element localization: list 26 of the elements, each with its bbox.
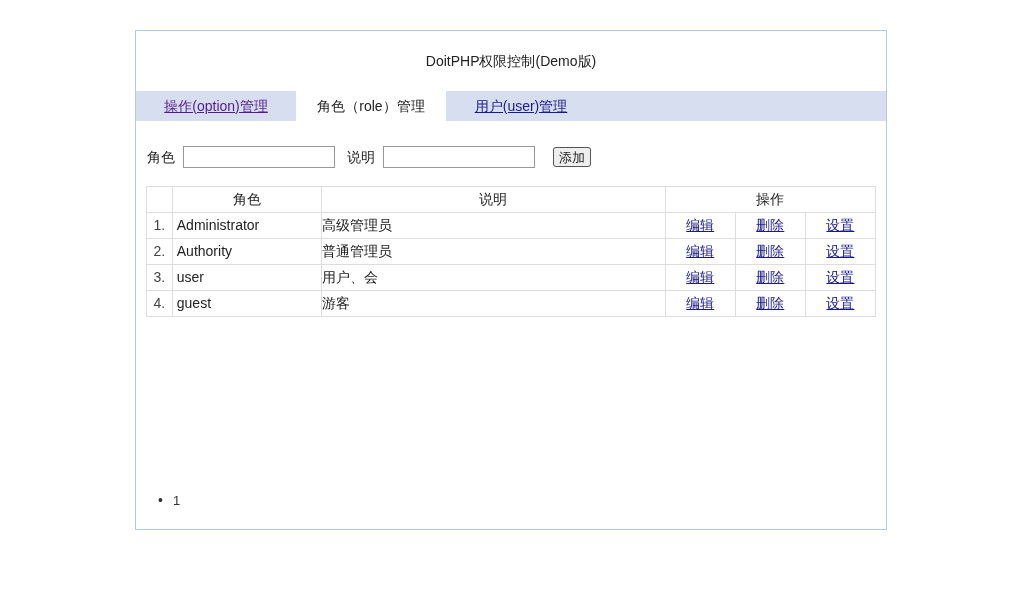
column-header: 操作 [665,186,876,213]
table-cell: 游客 [321,290,666,317]
table-cell: 高级管理员 [321,212,666,239]
field-label: 说明 [347,147,375,167]
row-number: 2. [146,238,173,265]
column-header: 说明 [321,186,666,213]
row-number: 3. [146,264,173,291]
column-header: 角色 [172,186,322,213]
table-cell: user [172,264,322,291]
text-field[interactable] [383,146,535,168]
list-bullet: • [158,491,163,510]
page-title: DoitPHP权限控制(Demo版) [425,51,597,71]
tab[interactable]: 用户(user)管理 [446,91,596,121]
field-label: 角色 [147,147,175,167]
table-cell: guest [172,290,322,317]
page-number[interactable]: 1 [172,490,181,511]
table-cell: Authority [172,238,322,265]
table-cell: Administrator [172,212,322,239]
row-number: 1. [146,212,173,239]
add-button[interactable]: 添加 [553,147,591,167]
text-field[interactable] [183,146,335,168]
table-cell: 普通管理员 [321,238,666,265]
tab[interactable]: 角色（role）管理 [296,91,446,121]
table-cell: 用户、会 [321,264,666,291]
row-number: 4. [146,290,173,317]
tab[interactable]: 操作(option)管理 [136,91,296,121]
